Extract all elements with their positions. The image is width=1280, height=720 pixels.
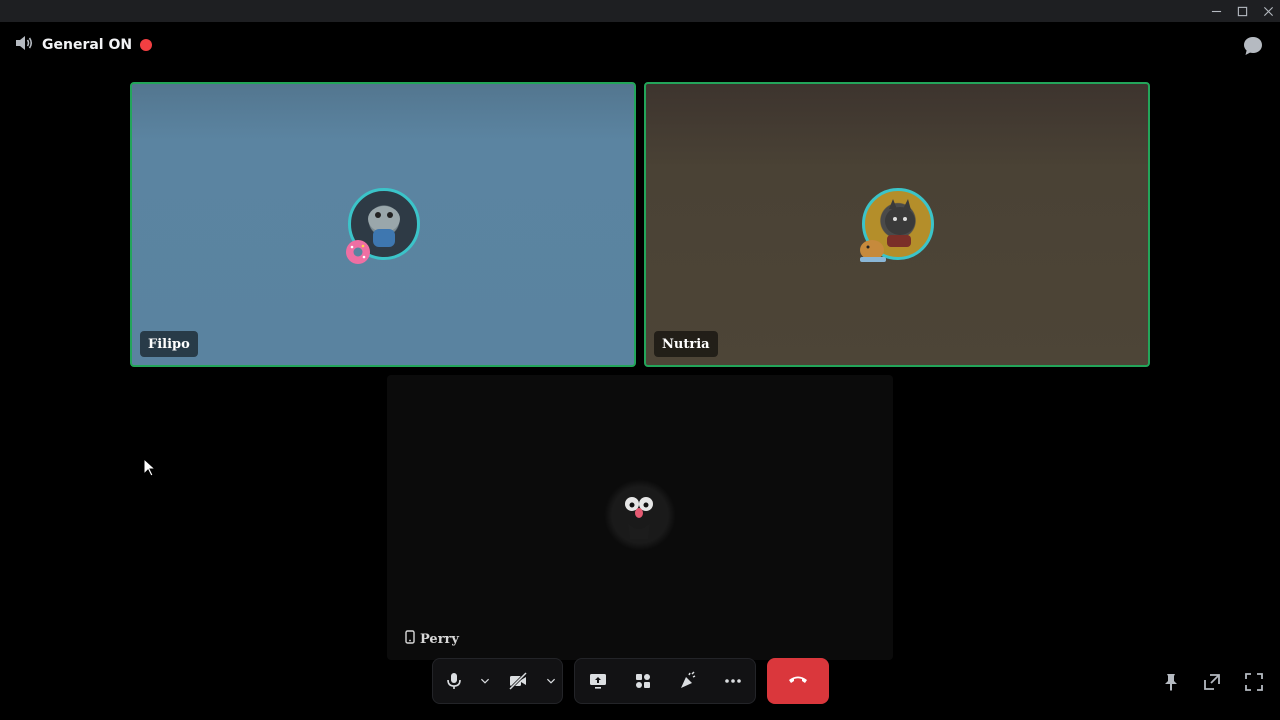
audio-video-controls xyxy=(432,658,563,704)
voice-channel-header: General ON xyxy=(14,34,153,56)
participant-name: Filipo xyxy=(140,331,198,357)
participant-name: Nutria xyxy=(654,331,718,357)
chevron-down-icon[interactable] xyxy=(541,659,561,703)
participant-name: Perry xyxy=(397,626,467,652)
chat-bubble-icon[interactable] xyxy=(1241,34,1265,58)
screen-share-icon[interactable] xyxy=(575,659,621,703)
minimize-icon[interactable] xyxy=(1203,0,1229,22)
participant-tile[interactable]: Nutria xyxy=(644,82,1150,367)
camera-off-icon[interactable] xyxy=(495,659,541,703)
hang-up-icon xyxy=(787,668,809,694)
action-controls xyxy=(574,658,756,704)
activities-icon[interactable] xyxy=(621,659,665,703)
speaker-icon xyxy=(14,34,34,56)
leave-call-button[interactable] xyxy=(767,658,829,704)
maximize-icon[interactable] xyxy=(1229,0,1255,22)
mouse-cursor-icon xyxy=(143,457,157,482)
participant-tile[interactable]: Perry xyxy=(387,375,893,660)
close-icon[interactable] xyxy=(1255,0,1280,22)
pin-icon[interactable] xyxy=(1159,670,1183,694)
chevron-down-icon[interactable] xyxy=(475,659,495,703)
fullscreen-icon[interactable] xyxy=(1242,670,1266,694)
window-title-bar xyxy=(0,0,1280,22)
participant-tile[interactable]: Filipo xyxy=(130,82,636,367)
donut-icon xyxy=(344,238,372,266)
live-indicator xyxy=(140,39,153,51)
microphone-icon[interactable] xyxy=(433,659,475,703)
channel-name: General ON xyxy=(42,37,133,53)
mobile-phone-icon xyxy=(405,630,415,648)
more-icon[interactable] xyxy=(711,659,755,703)
soundboard-icon[interactable] xyxy=(665,659,711,703)
capybara-icon xyxy=(856,234,890,266)
pop-out-icon[interactable] xyxy=(1200,670,1224,694)
dark-creature-avatar xyxy=(604,479,676,551)
